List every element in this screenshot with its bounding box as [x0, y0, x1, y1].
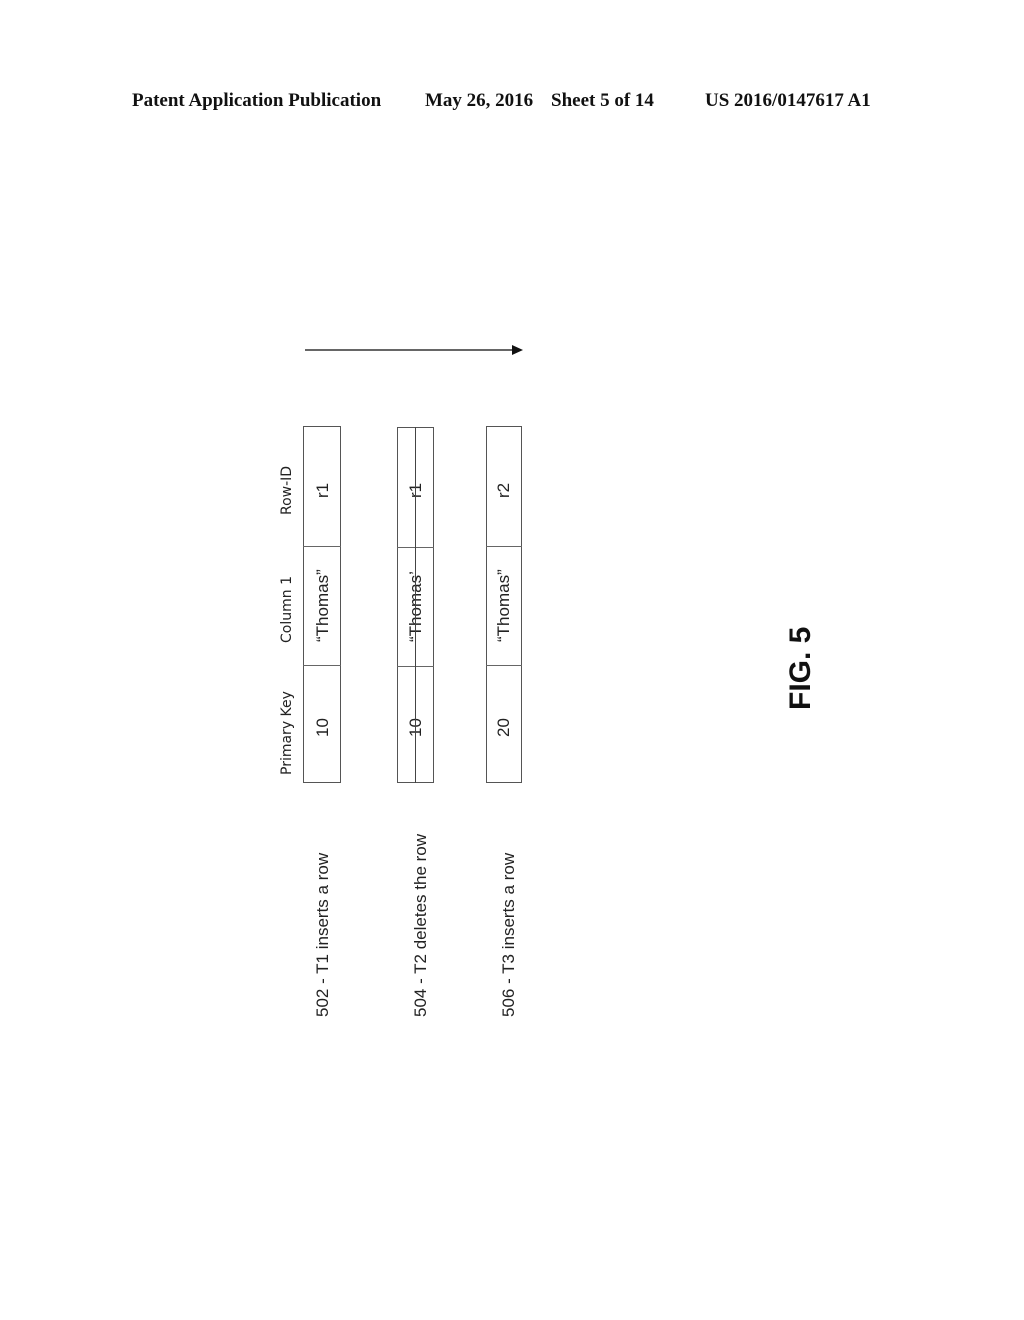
- cell-row-id: r2: [494, 482, 513, 498]
- column-header-primary-key: Primary Key: [279, 691, 295, 775]
- cell-primary-key: 20: [494, 718, 513, 737]
- publication-title: Patent Application Publication: [132, 90, 382, 111]
- time-arrow: [305, 345, 523, 355]
- figure-label: FIG. 5: [784, 626, 817, 710]
- cell-column-1: “Thomas’: [406, 571, 425, 642]
- cell-primary-key: 10: [313, 718, 332, 737]
- row-label: 502 - T1 inserts a row: [313, 852, 332, 1017]
- row-label: 504 - T2 deletes the row: [411, 833, 430, 1017]
- arrow-head-icon: [512, 345, 523, 355]
- cell-primary-key: 10: [406, 718, 425, 737]
- cell-column-1: “Thomas”: [494, 569, 513, 642]
- cell-divider: [303, 546, 341, 547]
- strikethrough-line: [415, 427, 416, 783]
- column-header-column-1: Column 1: [279, 576, 295, 643]
- patent-number: US 2016/0147617 A1: [705, 90, 871, 111]
- cell-column-1: “Thomas”: [313, 569, 332, 642]
- cell-row-id: r1: [406, 482, 425, 498]
- sheet-number: Sheet 5 of 14: [551, 90, 654, 111]
- row-label: 506 - T3 inserts a row: [499, 852, 518, 1017]
- cell-divider: [486, 665, 522, 666]
- cell-divider: [303, 665, 341, 666]
- cell-row-id: r1: [313, 482, 332, 498]
- publication-date: May 26, 2016: [425, 90, 534, 111]
- cell-divider: [486, 546, 522, 547]
- column-header-row-id: Row-ID: [279, 465, 295, 515]
